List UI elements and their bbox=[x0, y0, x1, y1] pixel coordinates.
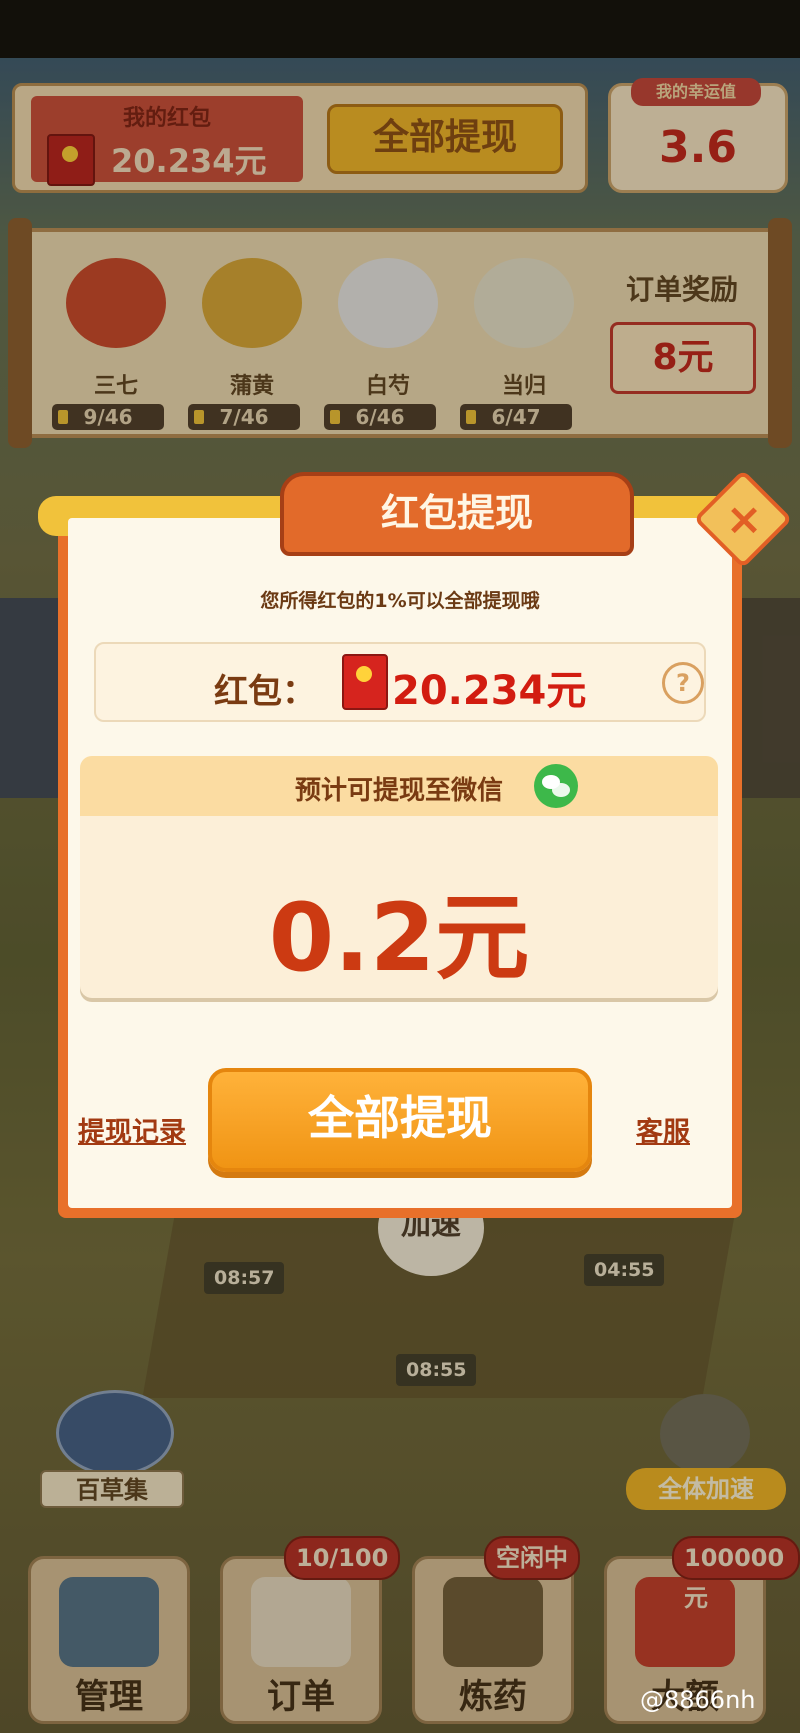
estimate-label: 预计可提现至微信 bbox=[294, 776, 503, 806]
redpack-amount: 20.234元 bbox=[392, 668, 587, 714]
redpack-icon bbox=[342, 654, 388, 710]
withdraw-record-link[interactable]: 提现记录 bbox=[78, 1110, 186, 1149]
estimate-value: 0.2元 bbox=[268, 884, 530, 993]
estimate-header: 预计可提现至微信 bbox=[80, 756, 718, 816]
redpack-label: 红包： bbox=[214, 672, 316, 712]
customer-service-link[interactable]: 客服 bbox=[636, 1110, 690, 1149]
withdraw-all-button[interactable]: 全部提现 bbox=[208, 1068, 592, 1172]
watermark: @8866nh bbox=[640, 1686, 756, 1714]
help-icon[interactable]: ? bbox=[662, 662, 704, 704]
dialog-title: 红包提现 bbox=[280, 472, 634, 556]
close-icon[interactable]: × bbox=[706, 482, 782, 558]
redpack-balance-row: 红包： 20.234元 ? bbox=[94, 642, 706, 722]
wechat-icon bbox=[534, 764, 578, 808]
estimate-panel: 预计可提现至微信 0.2元 bbox=[80, 756, 718, 998]
dialog-subtitle: 您所得红包的1%可以全部提现哦 bbox=[260, 590, 540, 612]
